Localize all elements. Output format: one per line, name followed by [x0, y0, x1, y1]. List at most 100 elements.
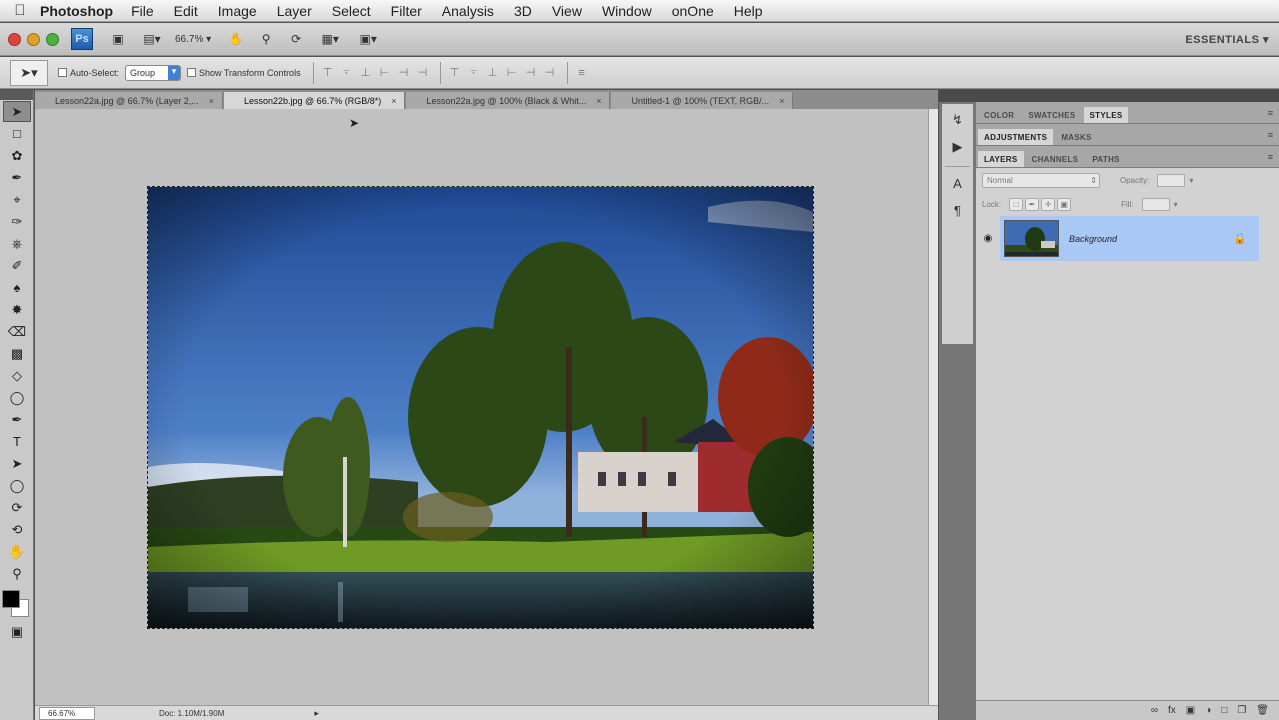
bridge-icon[interactable]: ▣	[107, 29, 129, 49]
menu-image[interactable]: Image	[218, 3, 257, 19]
clone-stamp-tool-icon[interactable]: ♠	[3, 277, 31, 298]
show-transform-checkbox[interactable]	[187, 68, 197, 77]
tab-paths[interactable]: PATHS	[1086, 151, 1125, 167]
doc-tab[interactable]: Lesson22a.jpg @ 66.7% (Layer 2,... ×	[35, 92, 223, 109]
distribute-hcenter-icon[interactable]: ⊣	[523, 65, 539, 81]
shape-tool-icon[interactable]: ◯	[3, 475, 31, 496]
fill-arrow-icon[interactable]: ▾	[1174, 200, 1178, 209]
screen-mode-icon[interactable]: ▣▾	[353, 29, 383, 49]
align-hcenter-icon[interactable]: ⊣	[396, 65, 412, 81]
panel-menu-icon[interactable]: ≡	[1268, 108, 1273, 118]
gradient-tool-icon[interactable]: ▩	[3, 343, 31, 364]
layer-row[interactable]: ◉ Background 🔒	[976, 216, 1263, 261]
paragraph-panel-icon[interactable]: ¶	[945, 199, 971, 221]
workspace-switcher[interactable]: ESSENTIALS ▾	[1185, 33, 1269, 46]
photoshop-logo[interactable]: Ps	[71, 28, 93, 50]
vertical-scrollbar[interactable]	[928, 109, 938, 705]
zoom-tool-icon[interactable]: ⚲	[3, 563, 31, 584]
path-selection-tool-icon[interactable]: ➤	[3, 453, 31, 474]
pen-tool-icon[interactable]: ✒	[3, 409, 31, 430]
delete-layer-icon[interactable]: 🗑	[1256, 705, 1269, 716]
zoom-level-dropdown[interactable]: 66.7% ▾	[175, 34, 211, 45]
menu-view[interactable]: View	[552, 3, 582, 19]
auto-select-checkbox[interactable]	[58, 68, 67, 77]
dock-grip[interactable]	[939, 90, 976, 102]
link-layers-icon[interactable]: ∞	[1151, 705, 1158, 716]
align-right-icon[interactable]: ⊣	[415, 65, 431, 81]
brush-tool-icon[interactable]: ✐	[3, 255, 31, 276]
actions-panel-icon[interactable]: ▶	[945, 136, 971, 158]
view-extras-icon[interactable]: ▤▾	[137, 29, 167, 49]
fill-field[interactable]	[1141, 197, 1170, 211]
doc-tab-active[interactable]: Lesson22b.jpg @ 66.7% (RGB/8*) ×	[224, 92, 406, 109]
distribute-top-icon[interactable]: ⊤	[447, 65, 463, 81]
opacity-arrow-icon[interactable]: ▾	[1189, 176, 1193, 185]
opacity-field[interactable]	[1157, 173, 1186, 187]
align-vcenter-icon[interactable]: ⍪	[339, 65, 355, 81]
auto-select-dropdown[interactable]: Group	[125, 64, 182, 81]
align-left-icon[interactable]: ⊢	[377, 65, 393, 81]
crop-tool-icon[interactable]: ⌖	[3, 189, 31, 210]
apple-menu-icon[interactable]: 	[0, 2, 40, 19]
dodge-tool-icon[interactable]: ◯	[3, 387, 31, 408]
distribute-vcenter-icon[interactable]: ⍪	[466, 65, 482, 81]
quick-selection-tool-icon[interactable]: ✒	[3, 167, 31, 188]
adjustment-layer-icon[interactable]: ◑	[1205, 705, 1211, 716]
history-brush-tool-icon[interactable]: ✸	[3, 299, 31, 320]
tool-preset-picker[interactable]: ➤▾	[10, 59, 48, 86]
add-mask-icon[interactable]: ▣	[1186, 705, 1195, 716]
rotate-view-icon[interactable]: ⟳	[285, 29, 307, 49]
layer-style-icon[interactable]: fx	[1168, 705, 1176, 716]
show-transform-option[interactable]: Show Transform Controls	[187, 68, 301, 78]
menu-layer[interactable]: Layer	[277, 3, 312, 19]
quick-mask-icon[interactable]: ▣	[3, 621, 31, 642]
move-tool-icon[interactable]: ➤	[3, 101, 31, 122]
lock-all-icon[interactable]: ▣	[1057, 197, 1072, 211]
panel-grip[interactable]	[976, 90, 1279, 102]
menu-filter[interactable]: Filter	[391, 3, 422, 19]
type-tool-icon[interactable]: T	[3, 431, 31, 452]
menu-app-name[interactable]: Photoshop	[40, 3, 113, 19]
close-window-button[interactable]	[8, 32, 21, 46]
menu-file[interactable]: File	[131, 3, 154, 19]
foreground-color-swatch[interactable]	[2, 590, 20, 608]
tab-color[interactable]: COLOR	[978, 107, 1020, 123]
close-tab-icon[interactable]: ×	[209, 96, 214, 106]
menu-select[interactable]: Select	[332, 3, 371, 19]
auto-select-option[interactable]: Auto-Select:	[58, 68, 119, 78]
zoom-tool-icon[interactable]: ⚲	[255, 29, 277, 49]
healing-brush-tool-icon[interactable]: ⎈	[3, 233, 31, 254]
auto-align-layers-icon[interactable]: ≡	[574, 65, 590, 81]
zoom-window-button[interactable]	[46, 32, 59, 46]
3d-rotate-tool-icon[interactable]: ⟳	[3, 497, 31, 518]
eraser-tool-icon[interactable]: ⌫	[3, 321, 31, 342]
hand-tool-icon[interactable]: ✋	[3, 541, 31, 562]
lasso-tool-icon[interactable]: ✿	[3, 145, 31, 166]
align-top-icon[interactable]: ⊤	[320, 65, 336, 81]
eyedropper-tool-icon[interactable]: ✑	[3, 211, 31, 232]
close-tab-icon[interactable]: ×	[596, 96, 601, 106]
3d-orbit-tool-icon[interactable]: ⟲	[3, 519, 31, 540]
menu-analysis[interactable]: Analysis	[442, 3, 494, 19]
menu-3d[interactable]: 3D	[514, 3, 532, 19]
new-layer-icon[interactable]: ❐	[1237, 705, 1246, 716]
lock-transparency-icon[interactable]: □	[1009, 197, 1024, 211]
close-tab-icon[interactable]: ×	[391, 96, 396, 106]
new-group-icon[interactable]: □	[1221, 705, 1227, 716]
document-image[interactable]	[148, 187, 813, 628]
tab-adjustments[interactable]: ADJUSTMENTS	[978, 129, 1054, 145]
blur-tool-icon[interactable]: ◇	[3, 365, 31, 386]
doc-tab[interactable]: Untitled-1 @ 100% (TEXT, RGB/... ×	[611, 92, 794, 109]
layer-visibility-eye-icon[interactable]: ◉	[976, 216, 1000, 261]
tab-masks[interactable]: MASKS	[1055, 129, 1097, 145]
layer-selected[interactable]: Background 🔒	[1000, 216, 1259, 261]
tab-swatches[interactable]: SWATCHES	[1022, 107, 1081, 123]
distribute-left-icon[interactable]: ⊢	[504, 65, 520, 81]
status-zoom-field[interactable]: 66.67%	[39, 706, 95, 720]
close-tab-icon[interactable]: ×	[779, 96, 784, 106]
menu-onone[interactable]: onOne	[672, 3, 714, 19]
status-menu-arrow-icon[interactable]: ▸	[314, 708, 319, 719]
doc-tab[interactable]: Lesson22a.jpg @ 100% (Black & Whit... ×	[406, 92, 611, 109]
align-bottom-icon[interactable]: ⊥	[358, 65, 374, 81]
arrange-documents-icon[interactable]: ▦▾	[315, 29, 345, 49]
